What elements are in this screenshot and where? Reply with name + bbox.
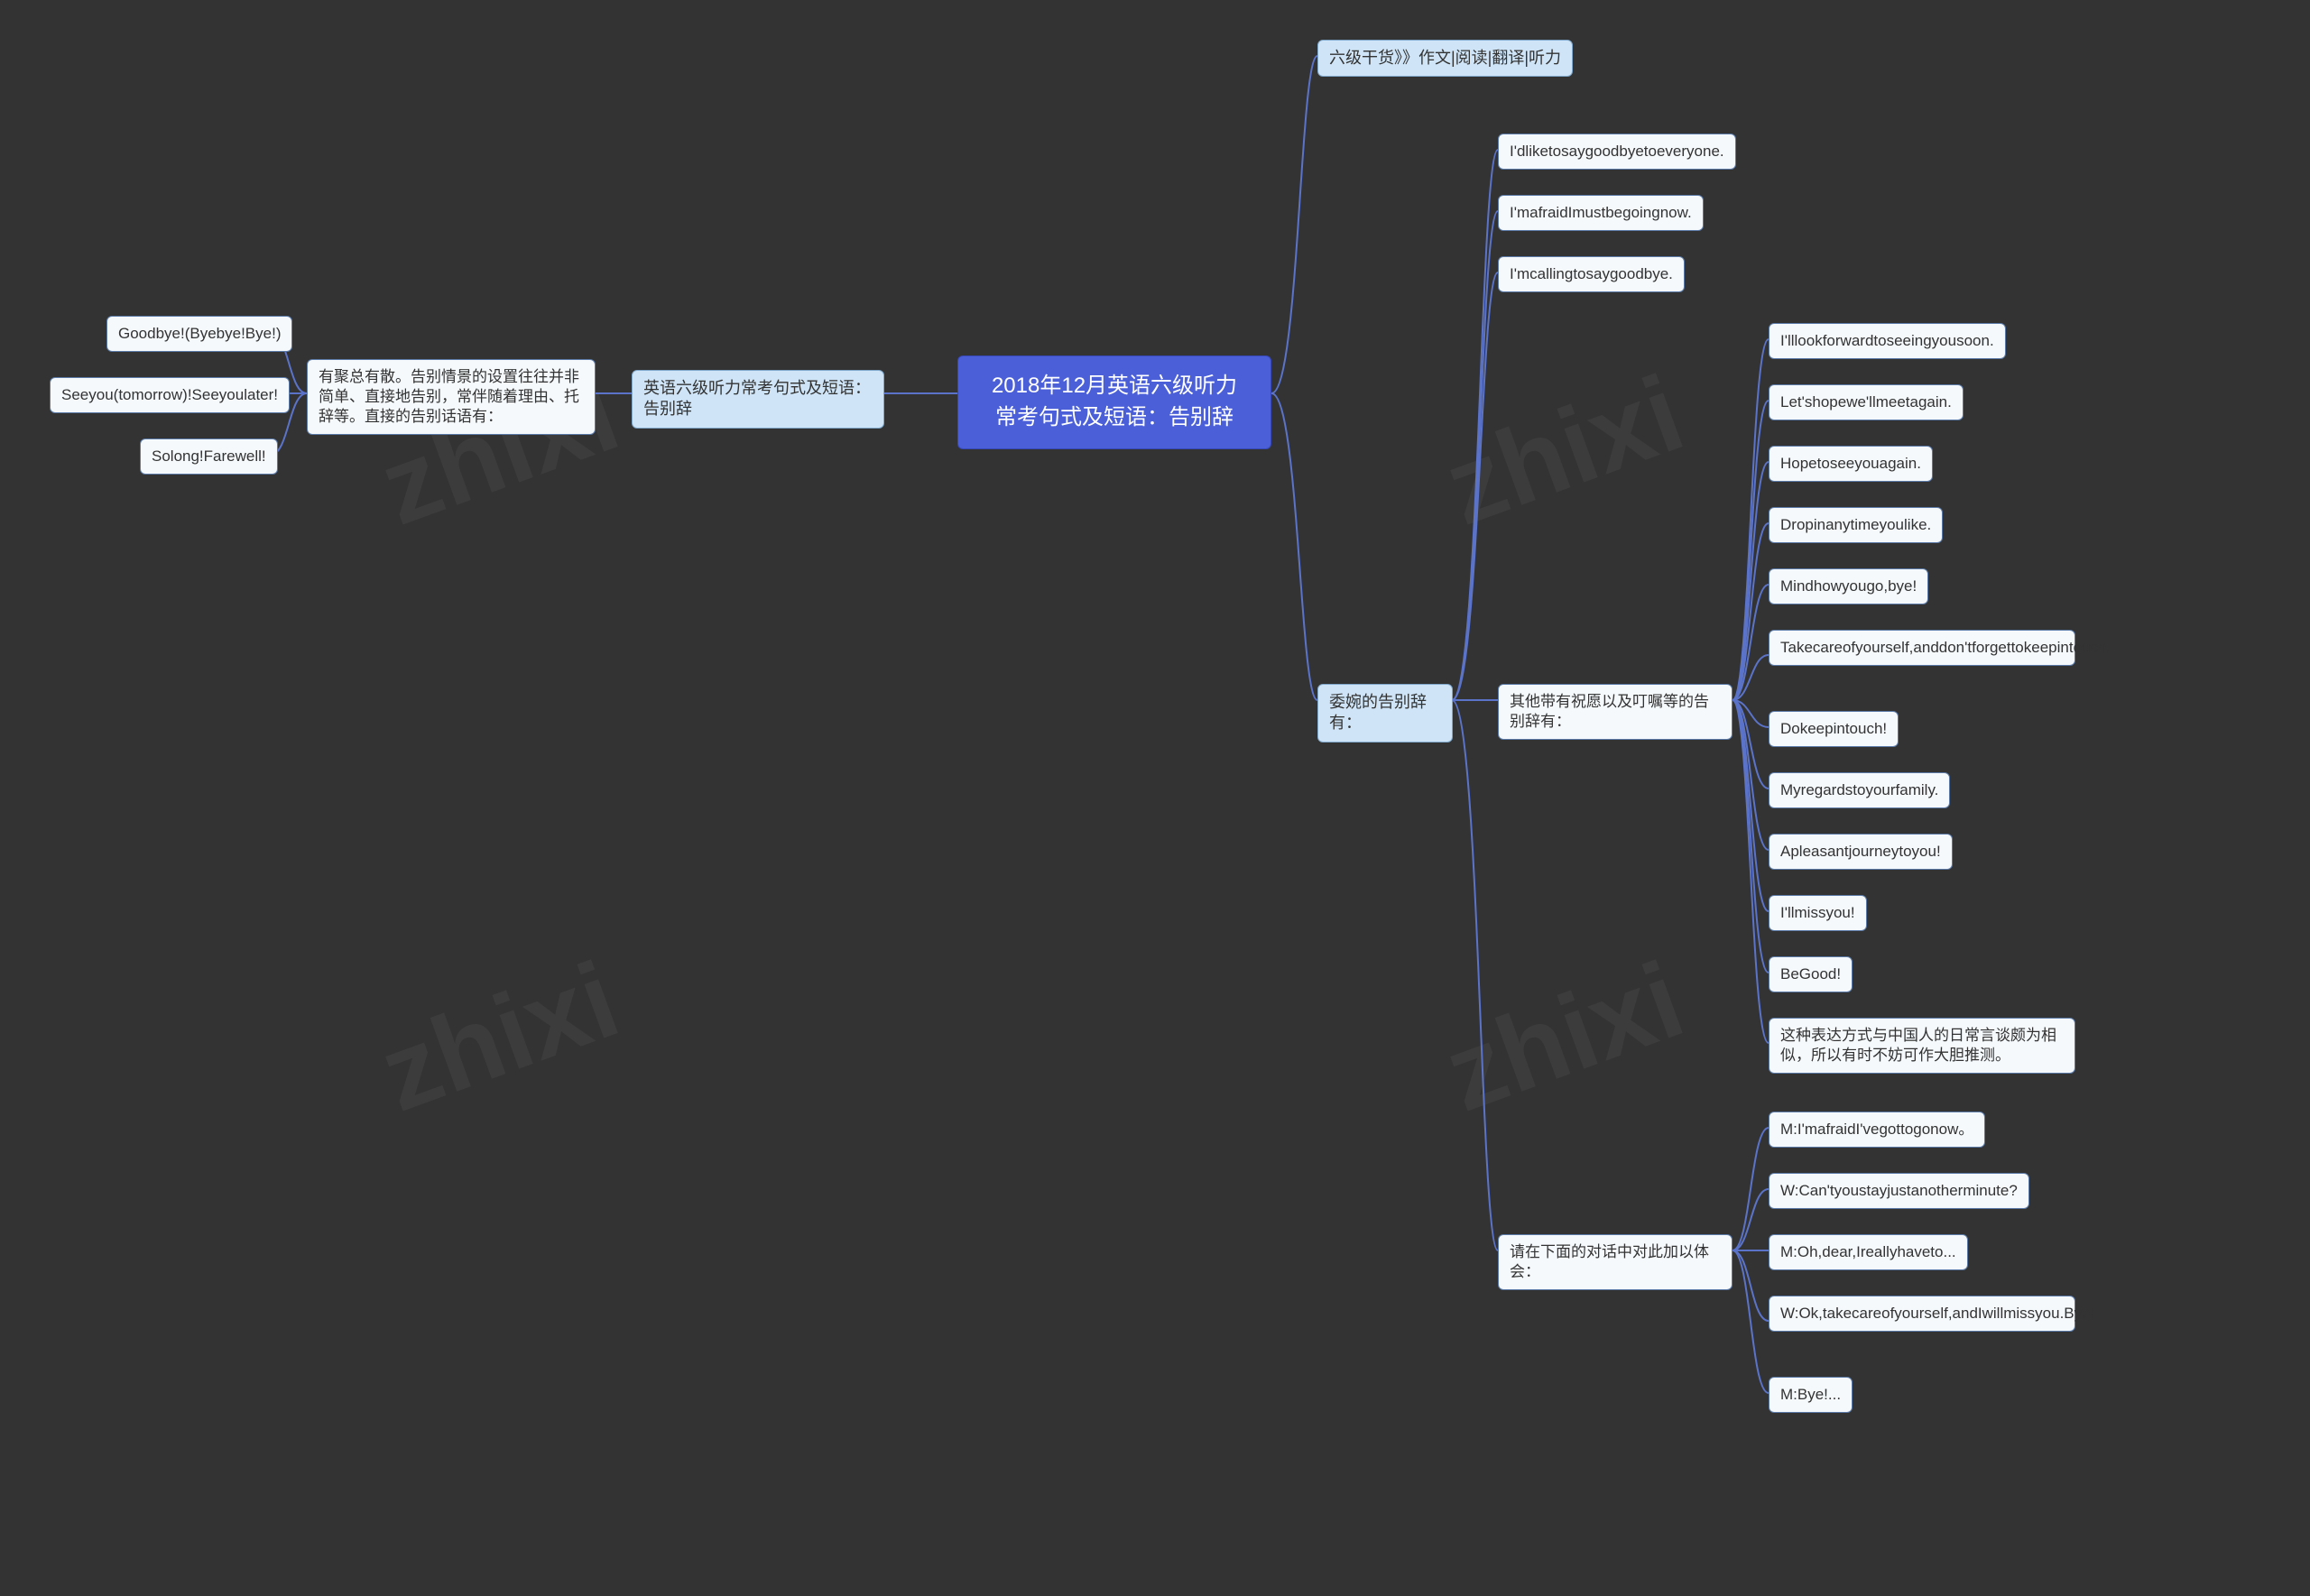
r2-other-3[interactable]: Hopetoseeyouagain. <box>1769 446 1933 482</box>
dialog-line-1[interactable]: M:I'mafraidI'vegottogonow。 <box>1769 1112 1985 1148</box>
r2-other-8[interactable]: Myregardstoyourfamily. <box>1769 772 1950 808</box>
r2-direct-1[interactable]: I'dliketosaygoodbyetoeveryone. <box>1498 134 1736 170</box>
dialog-line-2[interactable]: W:Can'tyoustayjustanotherminute? <box>1769 1173 2029 1209</box>
r2-direct-2[interactable]: I'mafraidImustbegoingnow. <box>1498 195 1704 231</box>
dialog-line-5[interactable]: M:Bye!... <box>1769 1377 1853 1413</box>
r2-other-10[interactable]: I'llmissyou! <box>1769 895 1867 931</box>
r2-other-11[interactable]: BeGood! <box>1769 956 1853 992</box>
r2-other-title[interactable]: 其他带有祝愿以及叮嘱等的告别辞有： <box>1498 684 1732 740</box>
right-top-link[interactable]: 六级干货》》作文|阅读|翻译|听力 <box>1317 40 1573 77</box>
r2-other-1[interactable]: I'lllookforwardtoseeingyousoon. <box>1769 323 2006 359</box>
r2-other-5[interactable]: Mindhowyougo,bye! <box>1769 568 1928 604</box>
right-euphemistic-title[interactable]: 委婉的告别辞有： <box>1317 684 1453 743</box>
r2-other-7[interactable]: Dokeepintouch! <box>1769 711 1899 747</box>
r2-dialog-title[interactable]: 请在下面的对话中对此加以体会： <box>1498 1234 1732 1290</box>
watermark: zhixi <box>1429 937 1698 1137</box>
r2-other-12[interactable]: 这种表达方式与中国人的日常言谈颇为相似，所以有时不妨可作大胆推测。 <box>1769 1018 2075 1074</box>
r2-other-2[interactable]: Let'shopewe'llmeetagain. <box>1769 384 1964 420</box>
r2-other-9[interactable]: Apleasantjourneytoyou! <box>1769 834 1953 870</box>
watermark: zhixi <box>1429 351 1698 550</box>
phrase-solong[interactable]: Solong!Farewell! <box>140 438 278 475</box>
watermark: zhixi <box>365 937 633 1137</box>
left-scene-desc[interactable]: 有聚总有散。告别情景的设置往往并非简单、直接地告别，常伴随着理由、托辞等。直接的… <box>307 359 596 435</box>
dialog-line-4[interactable]: W:Ok,takecareofyourself,andIwillmissyou.… <box>1769 1296 2075 1332</box>
left-branch-listening[interactable]: 英语六级听力常考句式及短语：告别辞 <box>632 370 884 429</box>
r2-other-4[interactable]: Dropinanytimeyoulike. <box>1769 507 1943 543</box>
dialog-line-3[interactable]: M:Oh,dear,Ireallyhaveto... <box>1769 1234 1968 1270</box>
r2-other-6[interactable]: Takecareofyourself,anddon'tforgettokeepi… <box>1769 630 2075 666</box>
r2-direct-3[interactable]: I'mcallingtosaygoodbye. <box>1498 256 1685 292</box>
root-node[interactable]: 2018年12月英语六级听力常考句式及短语：告别辞 <box>957 355 1271 449</box>
connectors <box>0 0 2310 1596</box>
phrase-goodbye[interactable]: Goodbye!(Byebye!Bye!) <box>106 316 292 352</box>
phrase-seeyou[interactable]: Seeyou(tomorrow)!Seeyoulater! <box>50 377 290 413</box>
